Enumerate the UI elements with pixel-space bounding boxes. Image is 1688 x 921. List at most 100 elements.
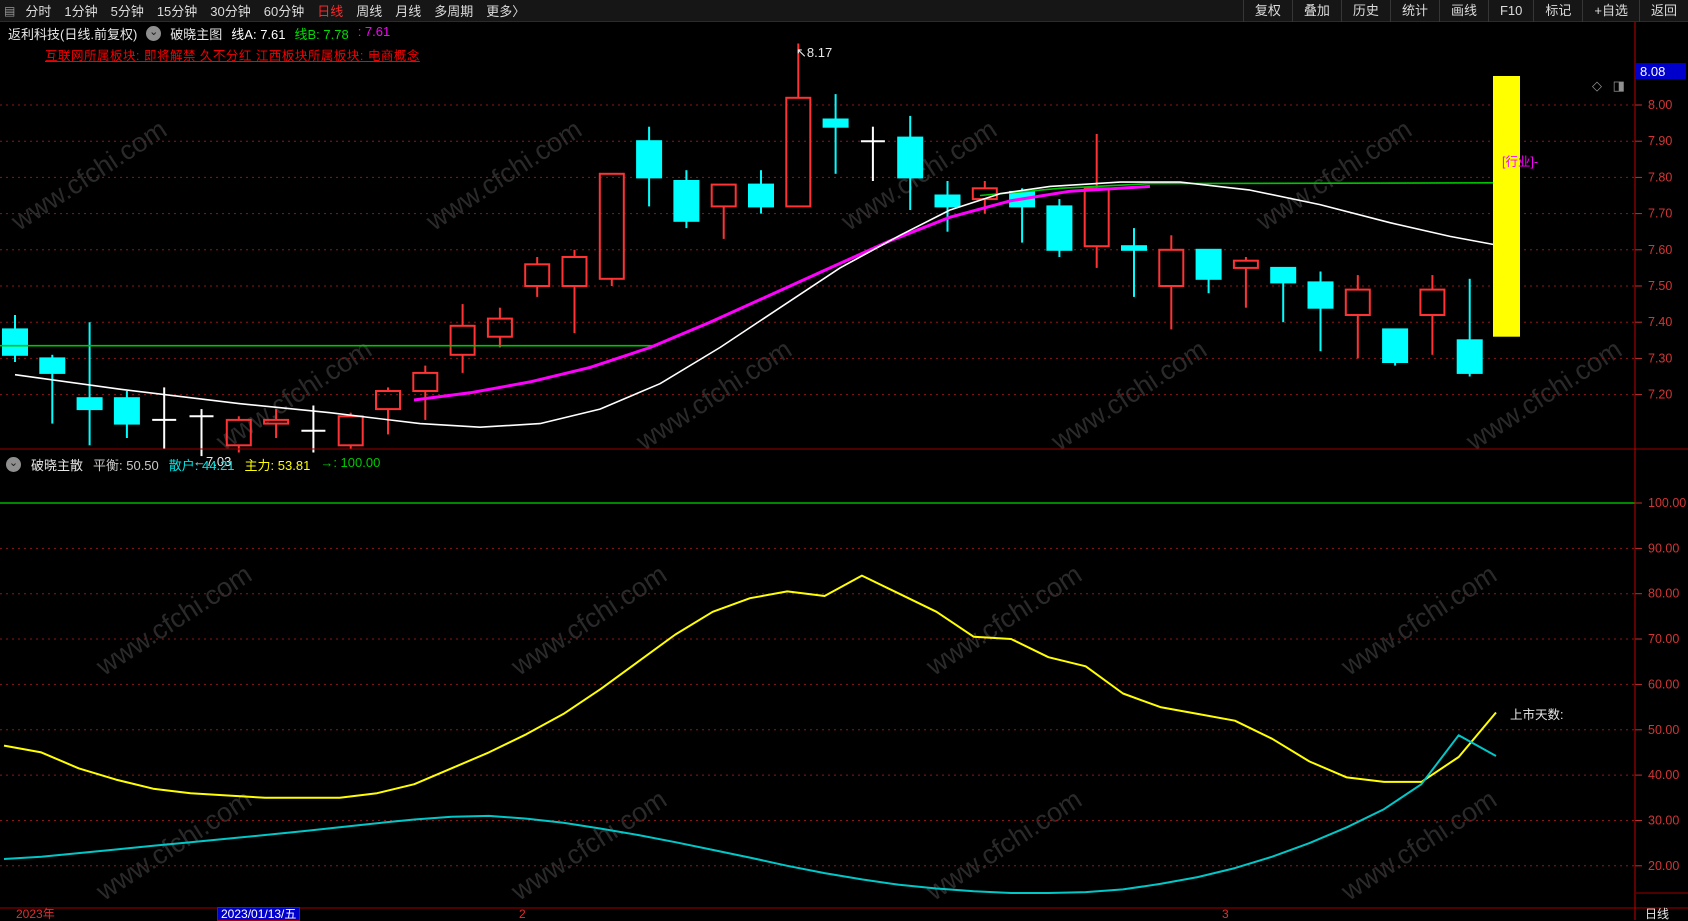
value-label: 70.00 <box>1648 632 1679 646</box>
highlight-bar <box>1493 76 1520 337</box>
value-label: 80.00 <box>1648 587 1679 601</box>
candle-body <box>1047 206 1071 249</box>
app-icon[interactable]: ▤ <box>4 4 15 18</box>
action-+自选[interactable]: +自选 <box>1582 0 1639 22</box>
value-label: 20.00 <box>1648 859 1679 873</box>
candle-body <box>898 138 922 178</box>
date-label[interactable]: 2023/01/13/五 <box>217 907 300 921</box>
split-screen-icon[interactable]: ◨ <box>1613 78 1625 93</box>
candle-body <box>712 185 736 207</box>
candle-body <box>1085 188 1109 246</box>
action-统计[interactable]: 统计 <box>1390 0 1439 22</box>
period-多周期[interactable]: 多周期 <box>434 1 473 20</box>
chevron-down-icon[interactable]: ⌄ <box>6 457 21 472</box>
indicator-value: 线B: 7.78 <box>295 24 349 43</box>
price-label: 7.20 <box>1648 388 1672 402</box>
candle-body <box>40 358 64 373</box>
action-画线[interactable]: 画线 <box>1439 0 1488 22</box>
action-复权[interactable]: 复权 <box>1243 0 1292 22</box>
candle-body <box>1420 290 1444 315</box>
candle-body <box>227 420 251 445</box>
period-30分钟[interactable]: 30分钟 <box>210 1 250 20</box>
action-menu: 复权叠加历史统计画线F10标记+自选返回 <box>1243 0 1688 22</box>
period-分时[interactable]: 分时 <box>25 1 51 20</box>
period-5分钟[interactable]: 5分钟 <box>111 1 144 20</box>
action-叠加[interactable]: 叠加 <box>1292 0 1341 22</box>
candle-body <box>600 174 624 279</box>
action-标记[interactable]: 标记 <box>1533 0 1582 22</box>
value-label: 60.00 <box>1648 677 1679 691</box>
candle-body <box>786 98 810 207</box>
period-日线[interactable]: 日线 <box>317 1 343 20</box>
value-label: 90.00 <box>1648 541 1679 555</box>
price-label: 7.30 <box>1648 351 1672 365</box>
candle-body <box>936 196 960 207</box>
period-更多〉[interactable]: 更多〉 <box>486 1 525 20</box>
candle-body <box>1383 329 1407 362</box>
candle-body <box>525 264 549 286</box>
candle-body <box>78 398 102 409</box>
high-annotation: ↖8.17 <box>796 45 832 60</box>
sub-indicator-value: →: 100.00 <box>320 455 380 474</box>
price-label: 7.70 <box>1648 207 1672 221</box>
candle-body <box>1271 268 1295 283</box>
sub-indicator-header: ⌄ 破晓主散 平衡: 50.50 散户: 44.21 主力: 53.81 →: 100… <box>0 452 380 476</box>
candle-body <box>563 257 587 286</box>
price-label: 7.40 <box>1648 315 1672 329</box>
candle-body <box>376 391 400 409</box>
candle-body <box>339 416 363 445</box>
candle-body <box>1197 250 1221 279</box>
price-label: 7.90 <box>1648 134 1672 148</box>
candle-body <box>115 398 139 423</box>
candle-body <box>413 373 437 391</box>
chevron-down-icon[interactable]: ⌄ <box>146 26 161 41</box>
sector-links[interactable]: 互联网所属板块: 即将解禁 久不分红 江西板块所属板块: 电商概念 <box>45 45 420 64</box>
action-历史[interactable]: 历史 <box>1341 0 1390 22</box>
candle-body <box>1234 261 1258 268</box>
candle-body <box>451 326 475 355</box>
sub-indicator-values: 平衡: 50.50 散户: 44.21 主力: 53.81 →: 100.00 <box>93 455 380 474</box>
period-月线[interactable]: 月线 <box>395 1 421 20</box>
price-label: 7.50 <box>1648 279 1672 293</box>
candle-body <box>1346 290 1370 315</box>
sub-indicator-value: 散户: 44.21 <box>169 455 235 474</box>
sub-indicator-value: 平衡: 50.50 <box>93 455 159 474</box>
period-label[interactable]: 日线 <box>1645 908 1669 920</box>
stock-title[interactable]: 返利科技(日线.前复权) <box>8 24 137 43</box>
action-F10[interactable]: F10 <box>1488 0 1533 22</box>
candle-body <box>674 181 698 221</box>
main-indicator-name[interactable]: 破晓主图 <box>170 24 222 43</box>
candle-body <box>3 329 27 354</box>
indicator-value: 线A: 7.61 <box>231 24 285 43</box>
indicator-values: 线A: 7.61 线B: 7.78 : 7.61 <box>231 24 390 43</box>
month-marker: 2 <box>519 908 526 920</box>
value-label: 100.00 <box>1648 496 1686 510</box>
corner-icons: ◇ ◨ <box>1592 78 1632 94</box>
series-散户 <box>4 735 1496 893</box>
month-marker: 3 <box>1222 908 1229 920</box>
status-bar: 2023年 2023/01/13/五 2 3 日线 <box>0 908 1688 920</box>
diamond-icon[interactable]: ◇ <box>1592 78 1602 93</box>
period-60分钟[interactable]: 60分钟 <box>264 1 304 20</box>
ma-line-magenta <box>414 186 1150 400</box>
sub-indicator-value: 主力: 53.81 <box>245 455 311 474</box>
period-周线[interactable]: 周线 <box>356 1 382 20</box>
info-bar: 返利科技(日线.前复权) ⌄ 破晓主图 线A: 7.61 线B: 7.78 : 7.… <box>0 22 390 44</box>
candle-body <box>637 141 661 177</box>
ma-line-white <box>15 182 1493 427</box>
listing-days-label: 上市天数: <box>1510 707 1563 722</box>
indicator-value: : 7.61 <box>358 24 391 43</box>
price-label: 7.80 <box>1648 170 1672 184</box>
series-主力 <box>4 576 1496 798</box>
period-15分钟[interactable]: 15分钟 <box>157 1 197 20</box>
price-label: 7.60 <box>1648 243 1672 257</box>
last-price-label: 8.08 <box>1640 64 1665 79</box>
candle-body <box>1458 340 1482 373</box>
period-1分钟[interactable]: 1分钟 <box>64 1 97 20</box>
action-返回[interactable]: 返回 <box>1639 0 1688 22</box>
candle-body <box>1122 246 1146 250</box>
sub-indicator-name[interactable]: 破晓主散 <box>31 455 83 474</box>
year-label[interactable]: 2023年 <box>16 908 55 920</box>
candle-body <box>749 185 773 207</box>
candle-body <box>824 120 848 127</box>
